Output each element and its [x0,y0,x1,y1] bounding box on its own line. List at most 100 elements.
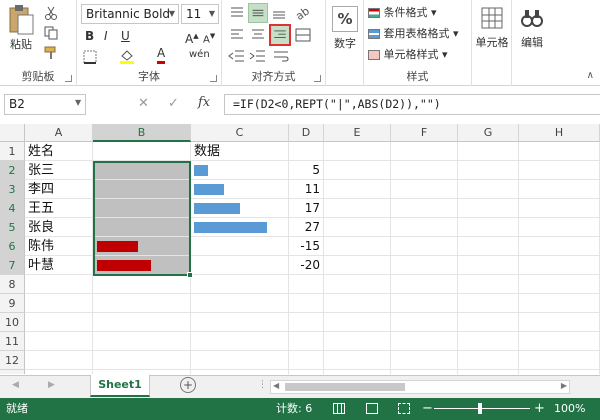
cell-c10[interactable] [191,313,289,332]
cell-a10[interactable] [25,313,93,332]
cell-f5[interactable] [391,218,458,237]
cell-g7[interactable] [458,256,519,275]
cell-f6[interactable] [391,237,458,256]
italic-button[interactable]: I [104,27,108,45]
cell-f2[interactable] [391,161,458,180]
cell-a13[interactable] [25,370,93,374]
merge-icon[interactable] [294,26,312,44]
cell-e2[interactable] [324,161,391,180]
increase-indent-icon[interactable] [249,48,267,64]
row-header-2[interactable]: 2 [0,161,25,180]
cell-d5[interactable]: 27 [289,218,324,237]
cell-b12[interactable] [93,351,191,370]
font-color-button[interactable]: A [157,46,166,64]
cell-d9[interactable] [289,294,324,313]
normal-view-icon[interactable] [333,403,345,414]
cell-e5[interactable] [324,218,391,237]
cut-icon[interactable] [44,6,58,20]
scroll-right-icon[interactable]: ▶ [561,381,567,390]
cell-d1[interactable] [289,142,324,161]
row-header-11[interactable]: 11 [0,332,25,351]
name-box[interactable]: B2 [4,94,86,115]
orientation-icon[interactable]: ab [292,4,310,22]
row-header-9[interactable]: 9 [0,294,25,313]
column-header-a[interactable]: A [25,124,93,142]
page-layout-view-icon[interactable] [366,403,378,414]
cell-e3[interactable] [324,180,391,199]
select-all-corner[interactable] [0,124,25,142]
cell-d3[interactable]: 11 [289,180,324,199]
cell-e7[interactable] [324,256,391,275]
cell-a2[interactable]: 张三 [25,161,93,180]
align-bottom-icon[interactable] [270,4,288,22]
cell-f11[interactable] [391,332,458,351]
cell-c6[interactable] [191,237,289,256]
scroll-last-sheet-icon[interactable]: ▶ [48,380,55,390]
cell-f12[interactable] [391,351,458,370]
row-header-8[interactable]: 8 [0,275,25,294]
cell-h6[interactable] [519,237,600,256]
cells-button[interactable]: 单元格 [474,6,510,50]
cell-c7[interactable] [191,256,289,275]
cell-b13[interactable] [93,370,191,374]
cell-g12[interactable] [458,351,519,370]
alignment-launcher[interactable] [314,75,321,82]
cell-a6[interactable]: 陈伟 [25,237,93,256]
cell-g9[interactable] [458,294,519,313]
wrap-text-icon[interactable] [272,48,290,64]
clipboard-launcher[interactable] [65,75,72,82]
scrollbar-thumb[interactable] [285,383,405,391]
tab-split-handle[interactable]: ⋮ [258,380,267,390]
cell-a4[interactable]: 王五 [25,199,93,218]
grow-font-button[interactable]: A▲ [185,27,199,46]
align-center-icon[interactable] [249,26,267,44]
cell-b10[interactable] [93,313,191,332]
column-header-g[interactable]: G [458,124,519,142]
cell-f1[interactable] [391,142,458,161]
cell-h9[interactable] [519,294,600,313]
formula-input[interactable]: =IF(D2<0,REPT("|",ABS(D2)),"") [224,94,600,115]
cell-d13[interactable] [289,370,324,374]
cell-f10[interactable] [391,313,458,332]
row-header-4[interactable]: 4 [0,199,25,218]
cell-b5[interactable] [93,218,191,237]
enter-icon[interactable]: ✓ [168,96,179,111]
row-header-7[interactable]: 7 [0,256,25,275]
zoom-level[interactable]: 100% [554,398,585,420]
font-launcher[interactable] [210,75,217,82]
align-right-icon[interactable] [269,24,291,46]
column-header-f[interactable]: F [391,124,458,142]
cell-c1[interactable]: 数据 [191,142,289,161]
cell-c9[interactable] [191,294,289,313]
cell-d12[interactable] [289,351,324,370]
insert-function-icon[interactable]: fx [198,95,210,110]
cell-h5[interactable] [519,218,600,237]
cell-styles-button[interactable]: 单元格样式 ▾ [368,46,448,64]
column-header-h[interactable]: H [519,124,600,142]
font-size-combo[interactable]: 11 ▼ [181,4,219,24]
page-break-view-icon[interactable] [398,403,410,414]
cell-a9[interactable] [25,294,93,313]
cell-g2[interactable] [458,161,519,180]
cell-e1[interactable] [324,142,391,161]
row-header-6[interactable]: 6 [0,237,25,256]
horizontal-scrollbar[interactable]: ◀ ▶ [270,380,570,394]
cell-c11[interactable] [191,332,289,351]
cell-f9[interactable] [391,294,458,313]
cell-h2[interactable] [519,161,600,180]
cell-a12[interactable] [25,351,93,370]
cell-d4[interactable]: 17 [289,199,324,218]
cell-b1[interactable] [93,142,191,161]
column-header-c[interactable]: C [191,124,289,142]
cell-e12[interactable] [324,351,391,370]
cell-d8[interactable] [289,275,324,294]
cell-f8[interactable] [391,275,458,294]
cell-h12[interactable] [519,351,600,370]
cell-h10[interactable] [519,313,600,332]
cell-h7[interactable] [519,256,600,275]
align-top-icon[interactable] [228,4,246,22]
cell-d11[interactable] [289,332,324,351]
cell-b4[interactable] [93,199,191,218]
format-painter-icon[interactable] [44,46,58,60]
cell-d2[interactable]: 5 [289,161,324,180]
